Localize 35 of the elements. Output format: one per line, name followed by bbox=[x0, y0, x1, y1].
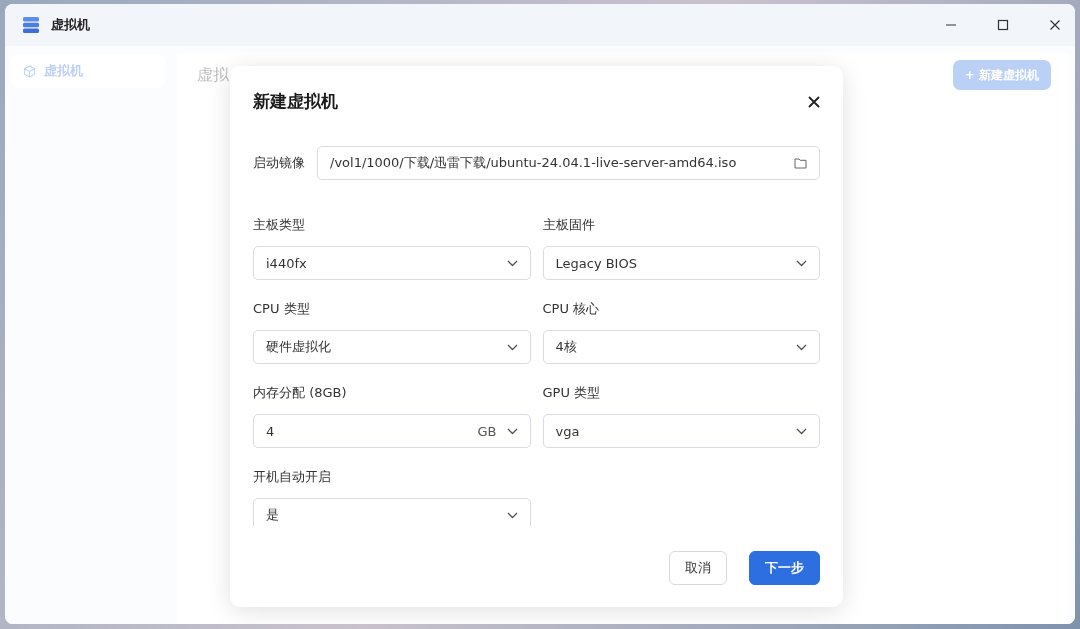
field-label: CPU 类型 bbox=[253, 300, 311, 318]
next-button[interactable]: 下一步 bbox=[749, 551, 820, 585]
close-icon[interactable] bbox=[808, 95, 820, 108]
chevron-down-icon bbox=[506, 511, 518, 519]
dialog-title: 新建虚拟机 bbox=[253, 90, 338, 113]
server-stack-icon bbox=[21, 15, 41, 35]
close-icon[interactable] bbox=[1049, 19, 1061, 31]
maximize-icon[interactable] bbox=[997, 19, 1009, 31]
select-field[interactable]: 是 bbox=[253, 498, 531, 526]
number-field[interactable]: 4 GB bbox=[253, 414, 531, 448]
chevron-down-icon bbox=[506, 427, 518, 435]
field-label: 内存分配 (8GB) bbox=[253, 384, 348, 402]
field-label: 启动镜像 bbox=[253, 154, 305, 172]
folder-icon[interactable] bbox=[794, 157, 807, 169]
chevron-down-icon bbox=[506, 343, 518, 351]
select-field[interactable]: Legacy BIOS bbox=[542, 246, 820, 280]
chevron-down-icon bbox=[506, 259, 518, 267]
page-heading: 虚拟 bbox=[197, 64, 229, 86]
cube-icon bbox=[23, 64, 36, 78]
field-label: 开机自动开启 bbox=[253, 468, 332, 486]
select-field[interactable]: 4核 bbox=[542, 330, 820, 364]
chevron-down-icon bbox=[796, 343, 807, 351]
select-field[interactable]: 硬件虚拟化 bbox=[253, 330, 531, 364]
chevron-down-icon bbox=[796, 259, 807, 267]
field-label: GPU 类型 bbox=[542, 384, 602, 402]
select-field[interactable]: i440fx bbox=[253, 246, 531, 280]
field-label: CPU 核心 bbox=[542, 300, 601, 318]
select-field[interactable]: vga bbox=[542, 414, 820, 448]
window-title: 虚拟机 bbox=[51, 16, 90, 34]
field-label: 主板固件 bbox=[542, 216, 596, 234]
unit-label: GB bbox=[477, 423, 497, 439]
chevron-down-icon bbox=[796, 427, 807, 435]
file-path-field[interactable]: /vol1/1000/下载/迅雷下载/ubuntu-24.04.1-live-server-amd64.iso bbox=[317, 146, 820, 180]
field-label: 主板类型 bbox=[253, 216, 306, 234]
cancel-button[interactable]: 取消 bbox=[669, 551, 727, 585]
